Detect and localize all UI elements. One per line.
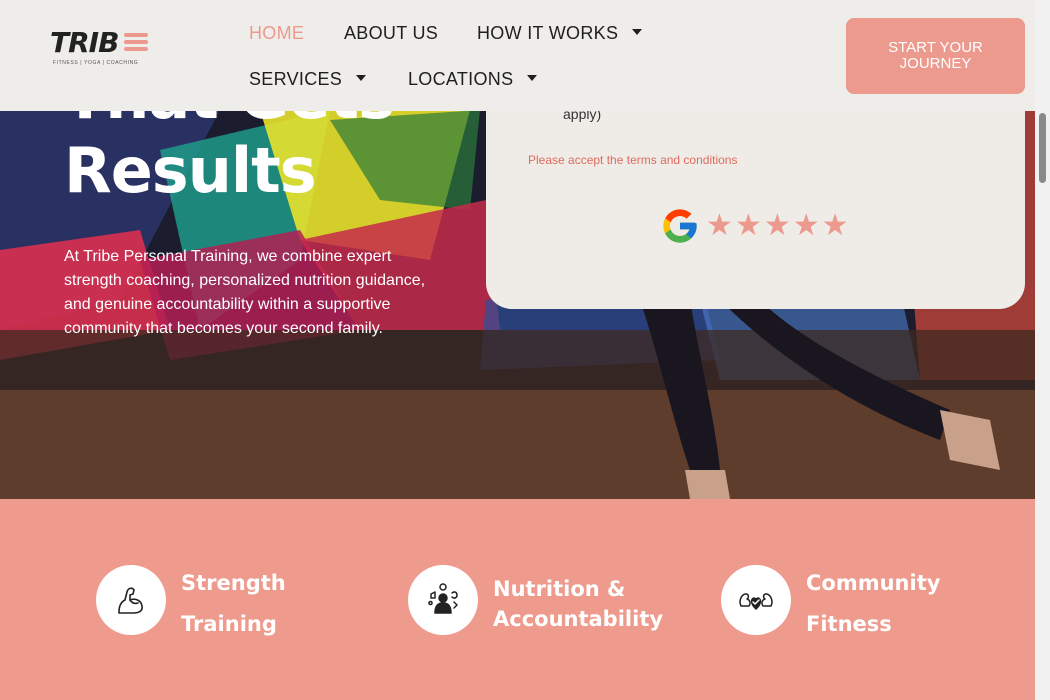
nav-how-it-works-label: HOW IT WORKS <box>477 23 619 43</box>
feature-strength-label: Strength Training <box>181 571 286 636</box>
star-icon: ★ <box>763 209 791 242</box>
scrollbar-thumb[interactable] <box>1039 113 1046 183</box>
star-icon: ★ <box>734 209 762 242</box>
nav-services[interactable]: SERVICES <box>249 69 367 90</box>
chevron-down-icon <box>356 75 367 82</box>
logo-tagline: FITNESS | YOGA | COACHING <box>53 60 139 66</box>
feature-community: Community Fitness <box>721 565 976 645</box>
star-icon: ★ <box>706 209 733 242</box>
feature-nutrition-label: Nutrition & Accountability <box>493 577 664 631</box>
feature-community-label: Community Fitness <box>806 571 941 636</box>
nav-locations[interactable]: LOCATIONS <box>408 69 538 90</box>
hero-description: At Tribe Personal Training, we combine e… <box>64 248 426 337</box>
logo-stripes-icon <box>124 33 148 54</box>
heart-arms-icon <box>721 565 791 635</box>
feature-strength: Strength Training <box>96 565 351 645</box>
google-reviews[interactable]: ★ ★ ★ ★ ★ <box>660 206 849 246</box>
rating-stars: ★ ★ ★ ★ ★ <box>706 211 849 241</box>
star-icon: ★ <box>792 209 820 242</box>
features-section: Strength Training Nutrition & Accountabi… <box>0 499 1035 700</box>
flexed-arm-icon <box>96 565 166 635</box>
hero-title-line2: Results <box>64 134 317 207</box>
star-icon: ★ <box>821 209 849 242</box>
page-scrollbar[interactable] <box>1035 0 1050 700</box>
chevron-down-icon <box>527 75 538 82</box>
terms-error-message: Please accept the terms and conditions <box>528 153 738 167</box>
tribe-logo[interactable]: TRIB FITNESS | YOGA | COACHING <box>50 26 160 70</box>
nav-about-us[interactable]: ABOUT US <box>344 23 438 44</box>
nutrition-person-icon <box>408 565 478 635</box>
google-icon <box>663 209 697 243</box>
nav-locations-label: LOCATIONS <box>408 69 514 89</box>
logo-wordmark: TRIB <box>50 26 119 59</box>
nav-services-label: SERVICES <box>249 69 343 89</box>
nav-home[interactable]: HOME <box>249 23 304 44</box>
site-header: TRIB FITNESS | YOGA | COACHING HOME ABOU… <box>0 0 1035 111</box>
start-journey-button[interactable]: START YOUR JOURNEY <box>846 18 1025 94</box>
chevron-down-icon <box>632 29 643 36</box>
feature-nutrition: Nutrition & Accountability <box>408 565 693 635</box>
nav-how-it-works[interactable]: HOW IT WORKS <box>477 23 643 44</box>
